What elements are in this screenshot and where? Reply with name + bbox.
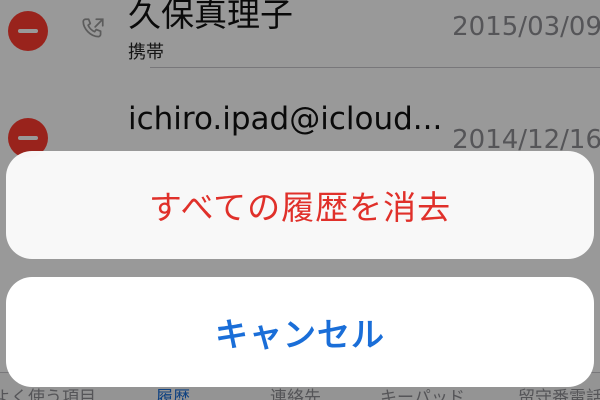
clear-all-history-label: すべての履歴を消去 <box>148 189 452 226</box>
phone-screen: 久保真理子 携帯 2015/03/09 ichiro.ipad@icloud..… <box>0 0 600 400</box>
cancel-label: キャンセル <box>215 316 385 353</box>
cancel-button[interactable]: キャンセル <box>6 277 594 387</box>
clear-all-history-button[interactable]: すべての履歴を消去 <box>6 151 594 259</box>
